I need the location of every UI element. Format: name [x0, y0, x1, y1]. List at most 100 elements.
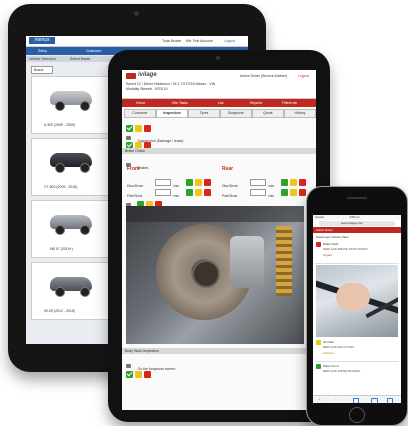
- bookmarks-icon[interactable]: [371, 398, 378, 403]
- url-text: www.ivilage.com: [341, 221, 364, 225]
- status-amber[interactable]: [135, 371, 142, 379]
- underbody-status: [126, 366, 153, 379]
- tab-history[interactable]: History: [284, 109, 316, 118]
- main-nav-bar: Home Site Tasks List Reports Filters etc: [122, 99, 316, 107]
- back-header-item[interactable]: Mfr. Test Account: [186, 39, 213, 43]
- tab-quote[interactable]: Quote: [252, 109, 284, 118]
- rear-heading: Rear: [222, 166, 234, 172]
- item-desc: REPLACE AIR FILTER: [323, 345, 354, 349]
- photo-row: Replace Brake Pads, Front: [126, 196, 312, 210]
- rear-pad-row: Pad/Shoe mm: [222, 184, 308, 198]
- front-heading: Front: [127, 166, 140, 172]
- phone-speaker: [347, 197, 367, 199]
- nav-filters[interactable]: Filters etc: [282, 101, 297, 105]
- back-filter-select[interactable]: Brand: [31, 66, 53, 74]
- back-logout-link[interactable]: Logout: [224, 39, 235, 43]
- brand-name: ivilage: [138, 72, 157, 78]
- back-tablet-camera: [134, 11, 139, 16]
- body-work-section[interactable]: Body Work Inspection: [122, 348, 316, 354]
- status-green-check[interactable]: [126, 371, 133, 379]
- share-icon[interactable]: [353, 398, 359, 403]
- model-label: NB 07 (2015+): [50, 247, 73, 251]
- tabs-icon[interactable]: [387, 398, 393, 403]
- tab-inspection[interactable]: Inspection: [156, 109, 188, 118]
- phone-header-text: Active Driver: [316, 228, 334, 232]
- brand-logo: [126, 73, 136, 79]
- status-red: [316, 242, 321, 247]
- wheel-hub: [192, 260, 220, 288]
- phone-screen: Carrier 4:58 pm www.ivilage.com Active D…: [313, 215, 401, 403]
- status-row: [126, 120, 153, 133]
- phone: Carrier 4:58 pm www.ivilage.com Active D…: [306, 186, 408, 426]
- wiper-photo[interactable]: [316, 265, 398, 337]
- car-wheel: [80, 225, 90, 235]
- phone-url-bar[interactable]: www.ivilage.com: [319, 221, 395, 226]
- item-title: Air Filter: [323, 340, 335, 344]
- carrier: Carrier: [315, 215, 325, 219]
- model-card[interactable]: 90-05 (2012 - 2015): [31, 262, 115, 320]
- brake-check-section[interactable]: Brake Check: [122, 148, 316, 154]
- suspension-row: Suspension (Damage / leaks): [126, 129, 312, 143]
- arch-shadow: [126, 206, 304, 222]
- back-app-header: menus Tools Broker Mfr. Test Account Log…: [26, 36, 248, 47]
- vehicle-info: Saved 12 / Driver Hobbiston / 04-1 TOYOT…: [126, 82, 216, 86]
- brake-photo[interactable]: [126, 206, 304, 344]
- tab-tyres[interactable]: Tyres: [188, 109, 220, 118]
- back-subtab-model[interactable]: Select Model: [70, 57, 90, 61]
- phone-status-bar: Carrier 4:58 pm: [313, 215, 401, 220]
- list-item[interactable]: Brake Pads REPLACE BRAKE PADS FRONT Urge…: [315, 241, 399, 264]
- phone-app-header: Active Driver: [313, 227, 401, 233]
- car-wheel: [55, 101, 65, 111]
- back-filter-label: Brand: [34, 68, 44, 72]
- nav-home[interactable]: Home: [136, 101, 145, 105]
- car-wheel: [55, 225, 65, 235]
- coil-spring: [276, 226, 292, 296]
- hand: [336, 283, 370, 311]
- logout-link[interactable]: Logout: [298, 74, 309, 78]
- car-wheel: [80, 101, 90, 111]
- brake-caliper: [230, 236, 264, 288]
- car-wheel: [80, 287, 90, 297]
- brakes-row: Brakes: [126, 156, 312, 170]
- clock: 4:58 pm: [349, 215, 360, 219]
- model-label: A 300 (2005 - 2009): [44, 123, 75, 127]
- status-red[interactable]: [144, 371, 151, 379]
- status-green: [316, 364, 321, 369]
- model-card[interactable]: CT 800 (2009 - 2015): [31, 138, 115, 196]
- car-wheel: [55, 163, 65, 173]
- phone-home-button[interactable]: [349, 407, 365, 423]
- back-header-item[interactable]: Tools Broker: [162, 39, 181, 43]
- model-card[interactable]: A 300 (2005 - 2009): [31, 76, 115, 134]
- tab-bodywork[interactable]: Bodywork: [220, 109, 252, 118]
- forward-icon[interactable]: ›: [335, 397, 337, 403]
- back-tab-setup[interactable]: Setup: [38, 49, 47, 53]
- main-tablet-screen: ivilage Active Driver (Service Adviser) …: [122, 70, 316, 410]
- list-item[interactable]: Air Filter REPLACE AIR FILTER Advisory: [315, 339, 399, 362]
- back-model-list: A 300 (2005 - 2009) CT 800 (2009 - 2015)…: [31, 76, 115, 341]
- model-card[interactable]: NB 07 (2015+): [31, 200, 115, 258]
- model-label: CT 800 (2009 - 2015): [44, 185, 78, 189]
- item-status: Urgent: [323, 253, 333, 257]
- tab-customer[interactable]: Customer: [124, 109, 156, 118]
- car-wheel: [55, 287, 65, 297]
- vehicle-info: Mortality Sinewb - 9378-19: [126, 87, 168, 91]
- item-status: Advisory: [323, 351, 335, 355]
- back-subtab-vehicle[interactable]: Vehicle Selection: [29, 57, 56, 61]
- nav-site-tasks[interactable]: Site Tasks: [172, 101, 188, 105]
- underbody-row: On the bodywork screen: [126, 357, 312, 371]
- item-desc: REPLACE WIPER BLADES: [323, 369, 361, 373]
- main-tablet: ivilage Active Driver (Service Adviser) …: [108, 50, 330, 422]
- front-pad-row: Pad/Shoe mm: [127, 184, 213, 198]
- inspection-tabs: Customer Inspection Tyres Bodywork Quote…: [124, 109, 316, 118]
- nav-reports[interactable]: Reports: [250, 101, 262, 105]
- rear-disc-row: Disc/Drum mm: [222, 174, 308, 188]
- header-user[interactable]: Active Driver (Service Adviser): [240, 74, 287, 78]
- back-subtab-bar: Vehicle Selection Select Model: [26, 56, 116, 62]
- back-icon[interactable]: ‹: [319, 397, 321, 403]
- model-label: 90-05 (2012 - 2015): [44, 309, 75, 313]
- back-tab-customer[interactable]: Customer: [86, 49, 101, 53]
- nav-list[interactable]: List: [218, 101, 223, 105]
- back-app-logo: menus: [29, 37, 55, 44]
- front-disc-row: Disc/Drum mm: [127, 174, 213, 188]
- list-item[interactable]: Wiper Front REPLACE WIPER BLADES: [315, 363, 399, 381]
